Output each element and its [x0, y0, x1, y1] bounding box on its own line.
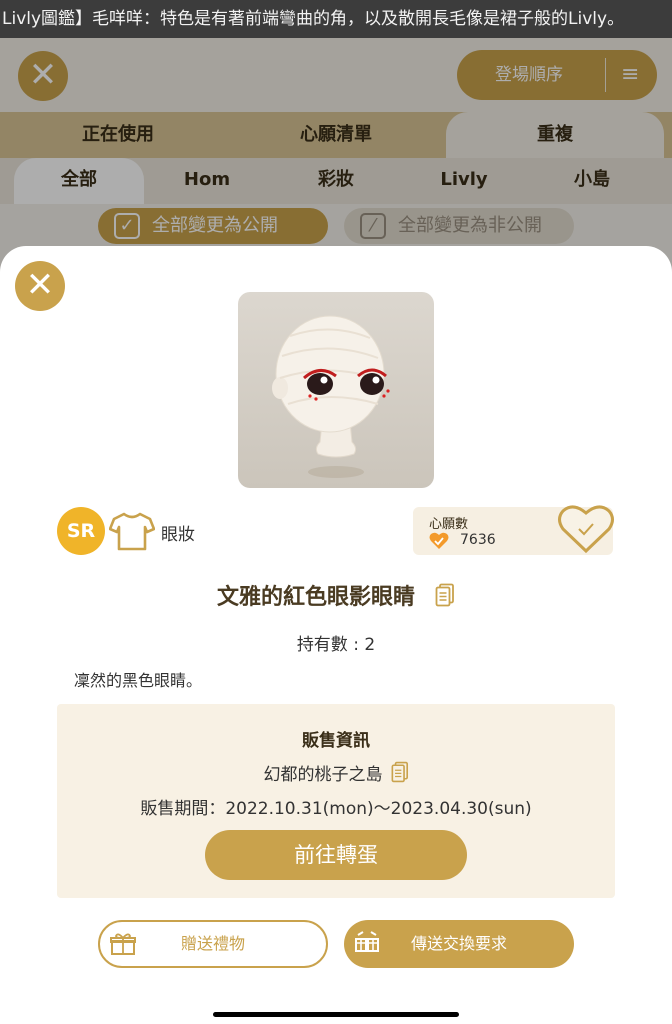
send-gift-label: 贈送禮物: [180, 934, 245, 953]
home-indicator[interactable]: [213, 1012, 459, 1017]
copy-place-icon[interactable]: [391, 761, 409, 783]
heart-check-icon: [429, 532, 449, 549]
sale-place: 幻都的桃子之島: [263, 765, 383, 785]
wish-count-panel: 心願數 7636: [413, 505, 614, 555]
copy-icon[interactable]: [435, 583, 455, 607]
item-preview-head: [272, 315, 390, 478]
shirt-icon: [109, 512, 155, 551]
sale-info-panel: 販售資訊 幻都的桃子之島 販售期間：2022.10.31(mon)～2023.0…: [57, 704, 615, 898]
category-label: 眼妝: [161, 525, 195, 545]
send-trade-request-label: 傳送交換要求: [410, 934, 507, 953]
owned-count: 持有數 : 2: [296, 635, 376, 655]
item-description: 凜然的黑色眼睛。: [74, 671, 203, 690]
item-detail-modal: ✕ SR 眼妝 心願數 7636 文雅的紅色眼影眼睛 持有數: 2 凜然的黑色…: [0, 246, 672, 1024]
close-button[interactable]: ✕: [15, 261, 65, 311]
item-name-row: 文雅的紅色眼影眼睛: [0, 579, 672, 611]
wish-count: 7636: [460, 532, 496, 548]
sale-info-title: 販售資訊: [302, 731, 370, 751]
send-trade-request-button[interactable]: 傳送交換要求: [344, 920, 574, 968]
rarity-badge: SR: [57, 507, 105, 555]
item-name: 文雅的紅色眼影眼睛: [216, 585, 415, 610]
add-wish-heart-icon[interactable]: [557, 503, 615, 555]
send-gift-button[interactable]: 贈送禮物: [98, 920, 328, 968]
sale-place-row: 幻都的桃子之島: [57, 760, 615, 785]
wish-title: 心願數: [429, 517, 469, 532]
notification-banner: Livly圖鑑】毛咩咩：特色是有著前端彎曲的角，以及散開長毛像是裙子般的Livl…: [0, 0, 672, 38]
sale-period: 販售期間：2022.10.31(mon)～2023.04.30(sun): [140, 799, 532, 819]
item-image: [238, 292, 434, 488]
go-to-gacha-button[interactable]: 前往轉蛋: [205, 830, 467, 880]
